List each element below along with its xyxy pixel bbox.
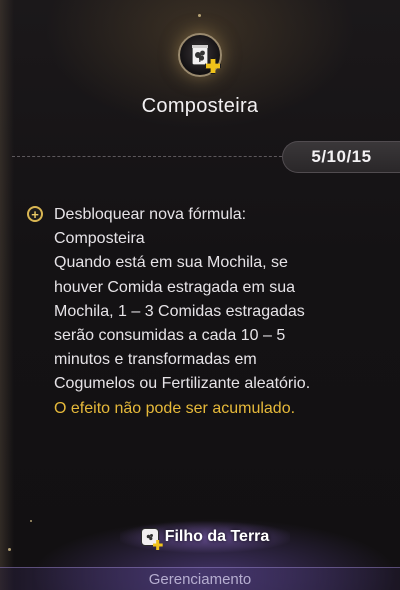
description-line: Desbloquear nova fórmula: — [54, 206, 247, 223]
section-divider — [12, 156, 292, 157]
category-footer: Gerenciamento — [0, 567, 400, 590]
item-tooltip-panel: Composteira 5/10/15 + Desbloquear nova f… — [0, 0, 400, 590]
panel-edge-glow — [0, 0, 14, 590]
description-line: Composteira — [54, 230, 145, 248]
sparkle — [198, 14, 201, 17]
item-title: Composteira — [141, 95, 259, 117]
warning-text: O efeito não pode ser acumulado. — [54, 399, 296, 417]
description-block: + Desbloquear nova fórmula: Composteira … — [27, 203, 388, 421]
description-text: Desbloquear nova fórmula: Composteira Qu… — [54, 203, 388, 421]
compost-bag-glyph — [146, 534, 153, 541]
compost-bag-icon — [140, 528, 163, 550]
sparkle — [8, 548, 11, 551]
skill-label: Filho da Terra — [164, 528, 270, 545]
description-line: Cogumelos ou Fertilizante aleatório. — [54, 375, 311, 393]
description-line: Mochila, 1 – 3 Comidas estragadas — [54, 302, 305, 320]
level-badge: 5/10/15 — [282, 141, 400, 173]
description-line: serão consumidas a cada 10 – 5 — [54, 327, 286, 345]
skill-tag[interactable]: Filho da Terra — [120, 520, 290, 554]
description-line: Quando está em sua Mochila, se — [54, 254, 288, 272]
sparkle — [30, 520, 32, 522]
description-line: minutos e transformadas em — [54, 351, 257, 369]
plus-circle-icon: + — [27, 206, 43, 222]
description-line: houver Comida estragada em sua — [54, 278, 296, 296]
